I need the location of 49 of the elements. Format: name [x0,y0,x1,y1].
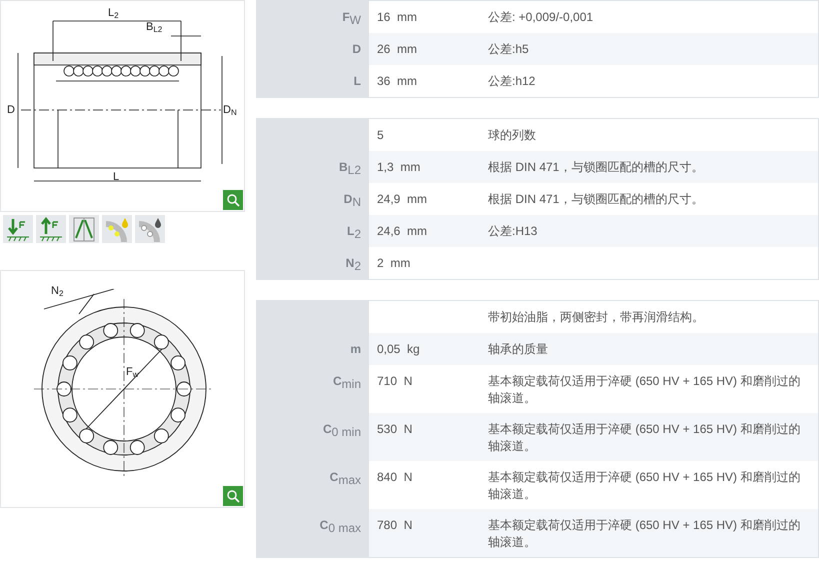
magnifier-icon [226,489,240,503]
spec-note: 公差:h5 [488,41,530,58]
spec-symbol: D [257,33,369,65]
spec-value: 840 N [376,469,414,486]
spec-note: 基本额定载荷仅适用于淬硬 (650 HV + 165 HV) 和磨削过的轴滚道。 [488,421,802,455]
spec-note: 公差: +0,009/-0,001 [488,9,594,26]
spec-note: 根据 DIN 471，与锁圈匹配的槽的尺寸。 [488,191,704,208]
spec-value: 16 mm [376,9,418,26]
feature-tile[interactable] [102,215,132,243]
dimension-label: D [7,104,15,116]
feature-tile[interactable] [36,215,66,243]
spec-value: 780 N [376,517,414,534]
spec-value: 26 mm [376,41,418,58]
dimension-label: L [113,171,120,183]
feature-tile[interactable] [69,215,99,243]
spec-note: 球的列数 [488,127,537,144]
bearing-drop-icon [137,216,163,242]
spec-symbol: m [257,333,369,365]
zoom-button[interactable] [223,190,243,210]
zoom-button[interactable] [223,486,243,506]
spec-value: 0,05 kg [376,341,421,358]
spec-value: 530 N [376,421,414,438]
feature-tile[interactable] [3,215,33,243]
load-down-icon [5,216,31,242]
magnifier-icon [226,193,240,207]
spec-note: 基本额定载荷仅适用于淬硬 (650 HV + 165 HV) 和磨削过的轴滚道。 [488,469,802,503]
spec-symbol: L [257,65,369,97]
load-up-icon [38,216,64,242]
spec-value: 36 mm [376,73,418,90]
spec-value: 24,6 mm [376,223,428,240]
spec-value: 710 N [376,373,414,390]
dimension-label: D$_{N}$ [223,104,237,117]
spec-note: 轴承的质量 [488,341,549,358]
spec-note: 公差:h12 [488,73,536,90]
dimension-label: B$_{L2}$ [146,21,162,34]
spec-value: 1,3 mm [376,159,422,176]
spec-value: 5 [376,127,385,144]
spec-note: 基本额定载荷仅适用于淬硬 (650 HV + 165 HV) 和磨削过的轴滚道。 [488,517,802,551]
dimension-label: L$_{2}$ [108,7,119,20]
spec-note: 带初始油脂，两侧密封，带再润滑结构。 [488,309,705,326]
spec-note: 根据 DIN 471，与锁圈匹配的槽的尺寸。 [488,159,704,176]
bearing-oil-icon [104,216,130,242]
spec-note: 公差:H13 [488,223,538,240]
spec-value: 24,9 mm [376,191,428,208]
diagonal-arrows-icon [71,216,97,242]
spec-note: 基本额定载荷仅适用于淬硬 (650 HV + 165 HV) 和磨削过的轴滚道。 [488,373,802,407]
dimension-label: N$_{2}$ [51,285,64,298]
feature-tile[interactable] [135,215,165,243]
spec-value: 2 mm [376,255,412,272]
